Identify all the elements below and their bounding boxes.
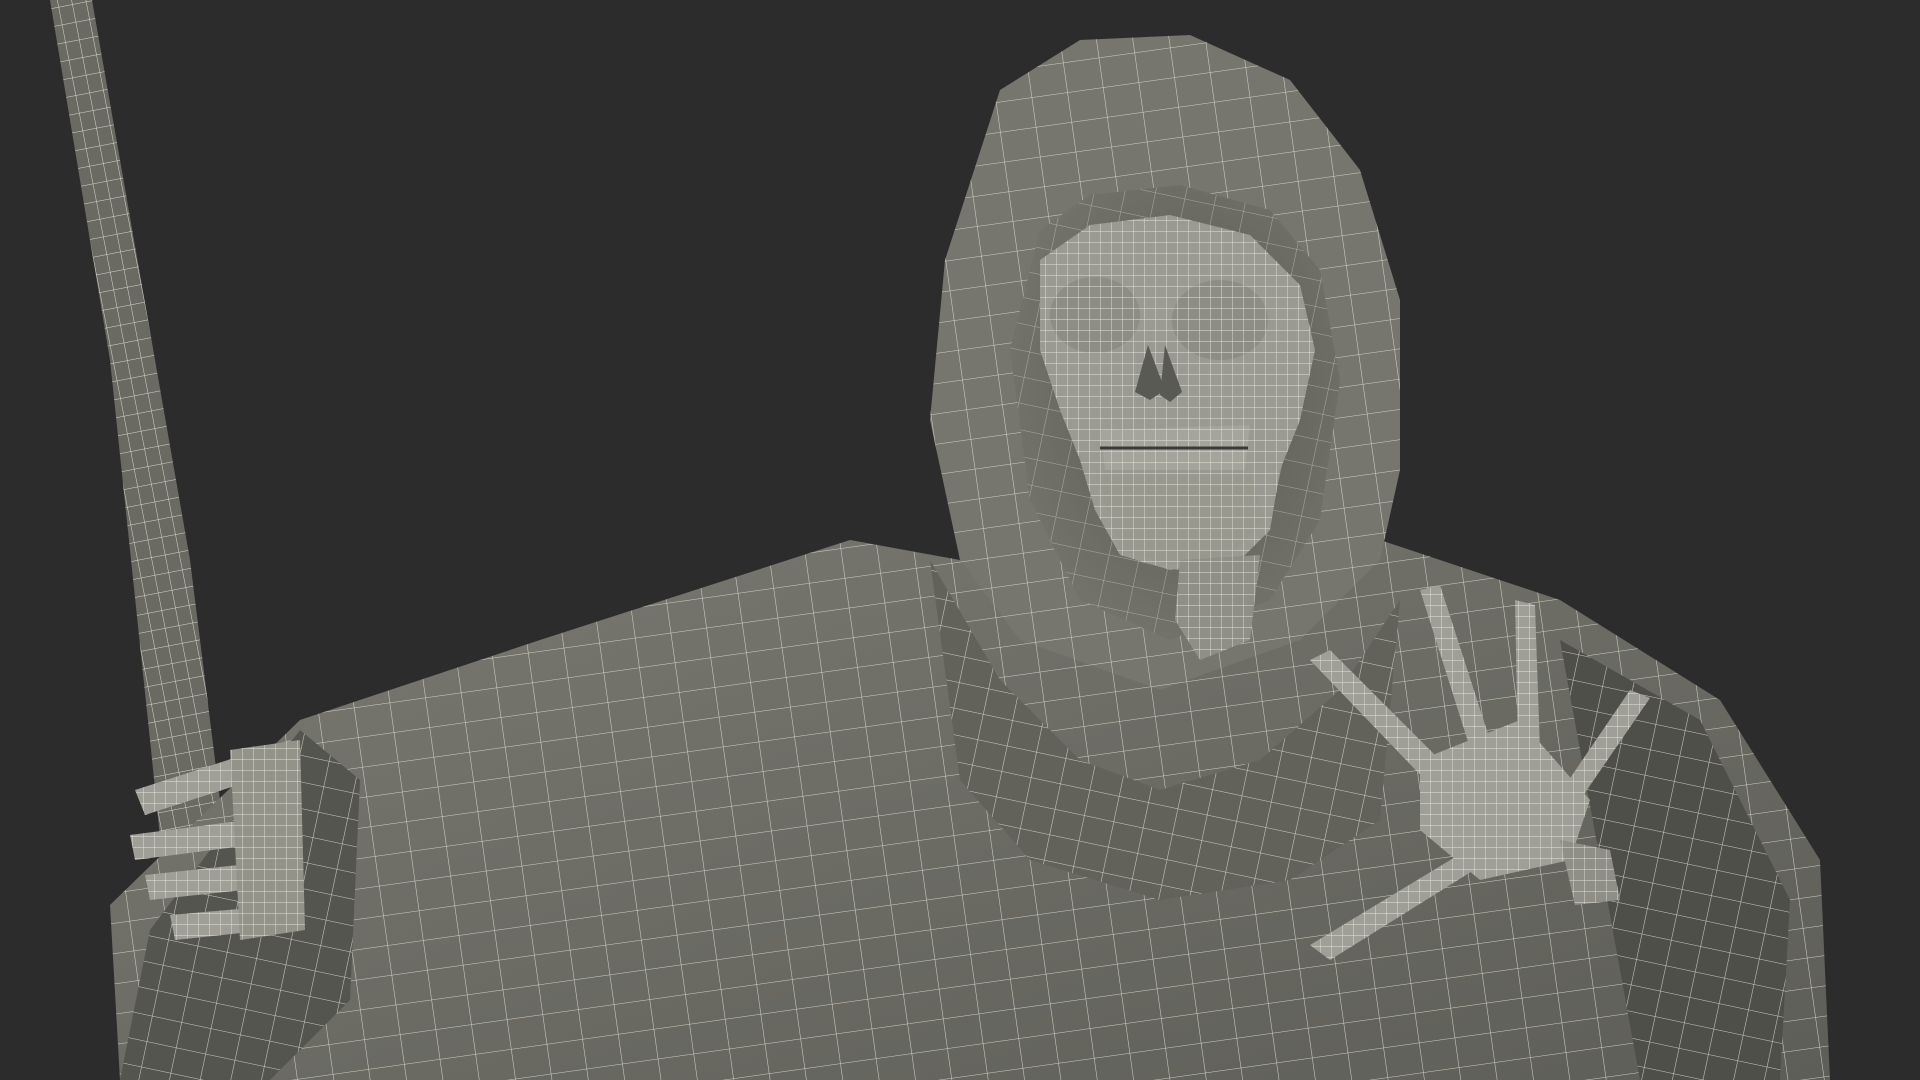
render-viewport [0,0,1920,1080]
wireframe-render [50,0,1830,1080]
